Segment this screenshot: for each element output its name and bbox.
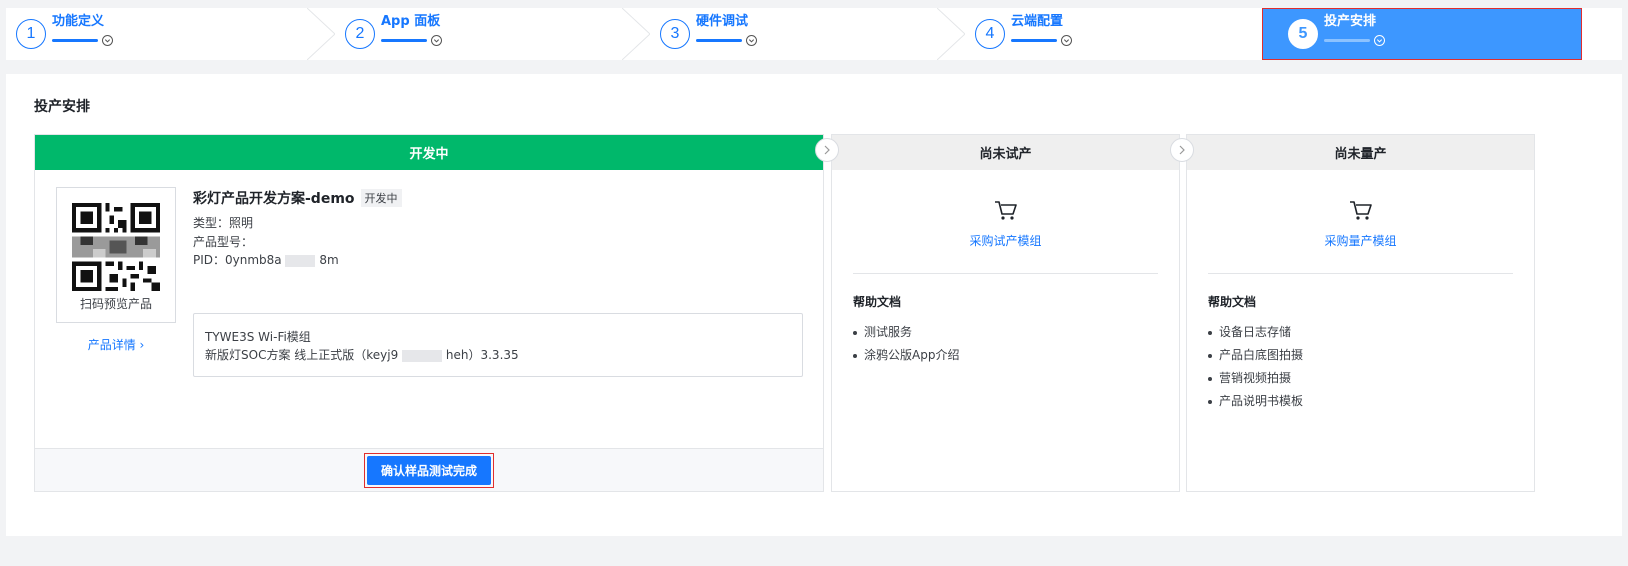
help-docs-list: 测试服务 涂鸦公版App介绍 — [853, 321, 959, 367]
column-footer: 确认样品测试完成 — [35, 448, 823, 491]
step-number: 4 — [975, 19, 1005, 49]
help-doc-link[interactable]: 测试服务 — [853, 321, 959, 344]
step-label: 功能定义 — [52, 14, 105, 29]
firmware-line: 新版灯SOC方案 线上正式版（keyj9 heh）3.3.35 — [205, 346, 791, 364]
help-docs-title: 帮助文档 — [853, 295, 902, 309]
buy-trial-module-link[interactable]: 采购试产模组 — [832, 232, 1179, 249]
chevron-down-icon[interactable] — [1061, 35, 1072, 46]
divider — [1208, 273, 1513, 274]
buy-mass-module-link[interactable]: 采购量产模组 — [1187, 232, 1534, 249]
step-number: 1 — [16, 19, 46, 49]
stage-arrow-icon — [1170, 138, 1194, 162]
qr-preview-box: 扫码预览产品 — [56, 187, 176, 323]
help-doc-link[interactable]: 设备日志存储 — [1208, 321, 1303, 344]
product-card: 扫码预览产品 产品详情 › 彩灯产品开发方案-demo 开发中 类型：照明 产品… — [35, 170, 823, 450]
step-label: App 面板 — [381, 14, 441, 29]
help-doc-link[interactable]: 产品说明书模板 — [1208, 390, 1303, 413]
step-function-definition[interactable]: 1 功能定义 — [6, 8, 335, 60]
status-badge: 开发中 — [360, 189, 402, 207]
help-docs-title: 帮助文档 — [1208, 295, 1257, 309]
step-cloud-config[interactable]: 4 云端配置 — [951, 8, 1262, 60]
module-info-box: TYWE3S Wi-Fi模组 新版灯SOC方案 线上正式版（keyj9 heh）… — [193, 313, 803, 377]
progress-stepper: 1 功能定义 2 App 面板 3 硬件调试 4 云端配置 5 投产安排 — [6, 8, 1622, 60]
stage-arrow-icon — [815, 138, 839, 162]
step-progress-bar — [1011, 39, 1057, 42]
step-number: 5 — [1288, 19, 1318, 49]
column-mass-production: 尚未量产 采购量产模组 帮助文档 设备日志存储 产品白底图拍摄 营销视频拍摄 产… — [1186, 134, 1535, 492]
step-progress-bar — [696, 39, 742, 42]
product-pid: PID：0ynmb8a 8m — [193, 251, 339, 268]
page-title: 投产安排 — [34, 99, 90, 115]
step-progress-bar — [1324, 39, 1370, 42]
cart-icon — [994, 201, 1017, 220]
confirm-button-label: 确认样品测试完成 — [366, 455, 491, 485]
divider — [853, 273, 1158, 274]
step-separator-arrow — [622, 8, 650, 60]
column-trial-production: 尚未试产 采购试产模组 帮助文档 测试服务 涂鸦公版App介绍 — [831, 134, 1180, 492]
product-type: 类型：照明 — [193, 216, 254, 230]
product-name: 彩灯产品开发方案-demo — [193, 191, 355, 207]
qr-caption: 扫码预览产品 — [79, 297, 152, 311]
pid-suffix: 8m — [319, 253, 339, 267]
product-title-row: 彩灯产品开发方案-demo 开发中 — [193, 188, 402, 208]
step-label: 投产安排 — [1324, 14, 1377, 29]
column-header: 尚未试产 — [832, 135, 1179, 170]
step-app-panel[interactable]: 2 App 面板 — [321, 8, 650, 60]
firmware-suffix: heh）3.3.35 — [445, 348, 519, 362]
step-hardware-debug[interactable]: 3 硬件调试 — [636, 8, 965, 60]
column-header: 尚未量产 — [1187, 135, 1534, 170]
step-label: 硬件调试 — [696, 14, 749, 29]
firmware-prefix: 新版灯SOC方案 线上正式版（keyj9 — [205, 348, 399, 362]
cart-icon — [1349, 201, 1372, 220]
qr-code-icon — [72, 203, 160, 291]
step-progress-bar — [52, 39, 98, 42]
module-name: TYWE3S Wi-Fi模组 — [205, 330, 311, 344]
product-detail-link[interactable]: 产品详情 › — [56, 336, 176, 353]
step-production-plan[interactable]: 5 投产安排 — [1262, 8, 1582, 60]
column-header: 开发中 — [35, 135, 823, 170]
pid-prefix: PID：0ynmb8a — [193, 253, 282, 267]
step-progress-bar — [381, 39, 427, 42]
step-separator-arrow — [937, 8, 965, 60]
chevron-down-icon[interactable] — [431, 35, 442, 46]
step-separator-arrow — [307, 8, 335, 60]
confirm-sample-test-button[interactable]: 确认样品测试完成 — [363, 452, 494, 488]
step-number: 3 — [660, 19, 690, 49]
column-in-development: 开发中 扫码预览产品 产品详情 › 彩灯产品开发方案-demo 开发中 类型：照… — [34, 134, 824, 492]
help-doc-link[interactable]: 产品白底图拍摄 — [1208, 344, 1303, 367]
main-panel: 投产安排 开发中 扫码预览产品 产品详情 › 彩灯产品开发方案-demo 开发中… — [6, 74, 1622, 536]
step-number: 2 — [345, 19, 375, 49]
help-doc-link[interactable]: 涂鸦公版App介绍 — [853, 344, 959, 367]
redaction-mask — [402, 349, 443, 362]
help-doc-link[interactable]: 营销视频拍摄 — [1208, 367, 1303, 390]
step-label: 云端配置 — [1011, 14, 1064, 29]
product-model: 产品型号： — [193, 235, 254, 249]
help-docs-list: 设备日志存储 产品白底图拍摄 营销视频拍摄 产品说明书模板 — [1208, 321, 1303, 413]
chevron-down-icon[interactable] — [102, 35, 113, 46]
chevron-down-icon[interactable] — [1374, 35, 1385, 46]
redaction-mask — [285, 254, 316, 267]
chevron-down-icon[interactable] — [746, 35, 757, 46]
